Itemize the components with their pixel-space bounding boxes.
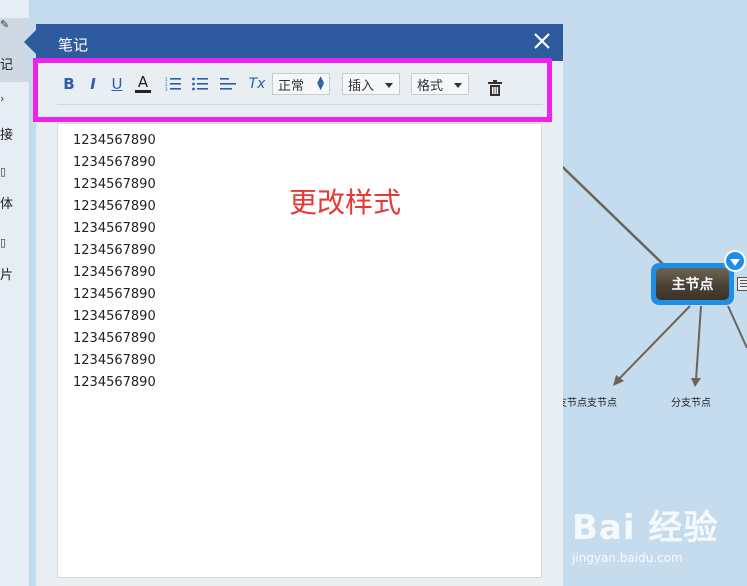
sidebar-item-label: 接 bbox=[0, 128, 14, 143]
connector-parent bbox=[544, 149, 666, 267]
connector-sub-2 bbox=[695, 305, 702, 381]
node-collapse-icon[interactable] bbox=[724, 250, 746, 272]
note-line: 1234567890 bbox=[73, 133, 156, 148]
left-sidebar: ✎ 记 › 接 ▯ 体 ▯ 片 bbox=[0, 0, 30, 586]
note-line: 1234567890 bbox=[73, 331, 156, 346]
note-marker-icon[interactable] bbox=[737, 277, 747, 291]
note-line: 1234567890 bbox=[73, 353, 156, 368]
sub-node-label[interactable]: 支节点支节点 bbox=[557, 394, 617, 409]
image-icon: ▯ bbox=[0, 236, 7, 249]
sub-node-label[interactable]: 分支节点 bbox=[671, 394, 711, 409]
watermark-url: jingyan.baidu.com bbox=[572, 551, 683, 565]
main-node[interactable]: 主节点 bbox=[651, 263, 734, 305]
sidebar-item-node[interactable]: ▯ 体 bbox=[0, 165, 30, 215]
connector-sub-3 bbox=[727, 305, 747, 349]
main-node-label: 主节点 bbox=[656, 268, 729, 300]
toolbar-highlight-box bbox=[33, 58, 552, 122]
close-button[interactable] bbox=[531, 30, 553, 52]
note-pointer bbox=[24, 30, 36, 54]
note-header: 笔记 bbox=[36, 24, 563, 61]
note-line: 1234567890 bbox=[73, 155, 156, 170]
note-line: 1234567890 bbox=[73, 287, 156, 302]
sidebar-item-label: 记 bbox=[0, 58, 14, 73]
link-icon: › bbox=[0, 92, 5, 105]
sidebar-item-label: 片 bbox=[0, 268, 14, 283]
sidebar-item-label: 体 bbox=[0, 197, 14, 212]
note-content: 1234567890 1234567890 1234567890 1234567890… bbox=[73, 130, 156, 394]
note-line: 1234567890 bbox=[73, 221, 156, 236]
note-line: 1234567890 bbox=[73, 243, 156, 258]
sidebar-item-link[interactable]: › 接 bbox=[0, 92, 30, 148]
arrow-sub-2 bbox=[691, 378, 701, 387]
note-line: 1234567890 bbox=[73, 265, 156, 280]
note-line: 1234567890 bbox=[73, 375, 156, 390]
baidu-watermark: Bai 经验 jingyan.baidu.com bbox=[572, 500, 718, 565]
close-icon bbox=[534, 33, 550, 49]
watermark-logo: Bai 经验 bbox=[572, 508, 719, 548]
note-line: 1234567890 bbox=[73, 309, 156, 324]
node-icon: ▯ bbox=[0, 165, 7, 178]
note-line: 1234567890 bbox=[73, 199, 156, 214]
sidebar-item-image[interactable]: ▯ 片 bbox=[0, 236, 30, 286]
note-line: 1234567890 bbox=[73, 177, 156, 192]
note-title: 笔记 bbox=[58, 36, 89, 54]
connector-sub-1 bbox=[617, 305, 691, 381]
annotation-text: 更改样式 bbox=[289, 186, 402, 219]
